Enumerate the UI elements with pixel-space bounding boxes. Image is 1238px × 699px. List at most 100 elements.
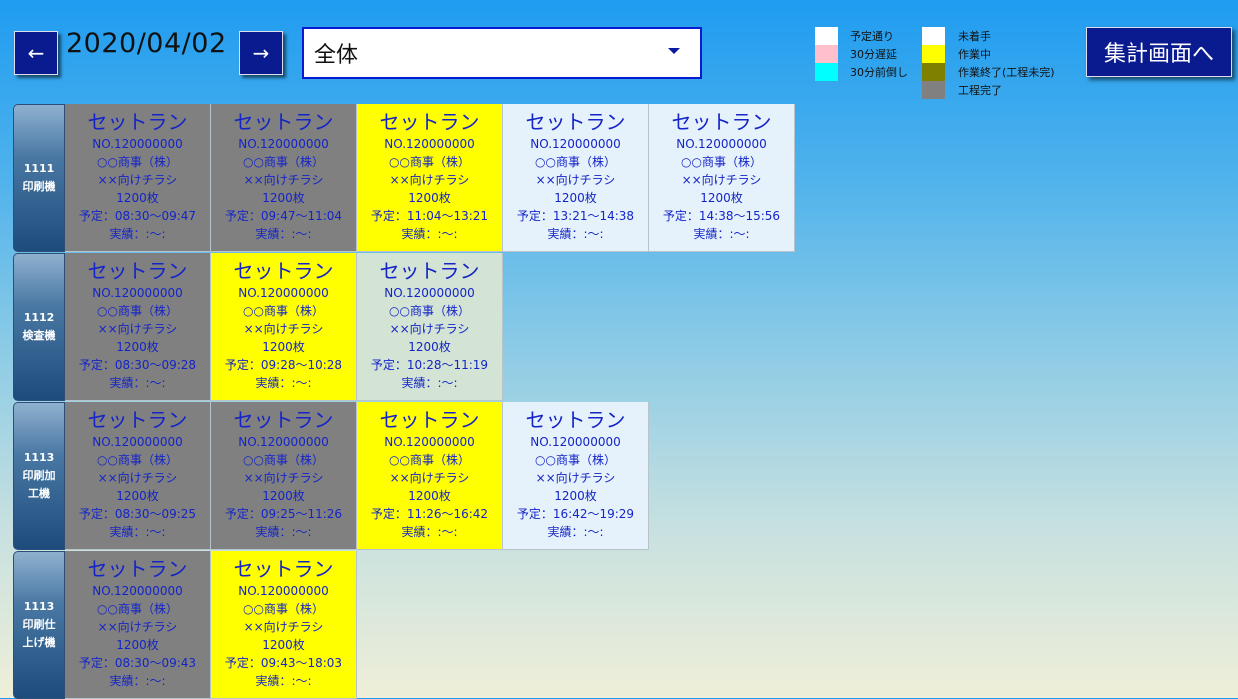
job-card[interactable]: セットラン NO.120000000 ○○商事（株） ××向けチラシ 1200枚 予定：1… [649, 104, 795, 252]
job-number: NO.120000000 [530, 137, 621, 151]
job-planned-time: 予定：11:26〜16:42 [370, 507, 489, 521]
job-card[interactable]: セットラン NO.120000000 ○○商事（株） ××向けチラシ 1200枚 予定：1… [357, 253, 503, 401]
job-quantity: 1200枚 [116, 638, 159, 652]
job-quantity: 1200枚 [262, 638, 305, 652]
job-title: セットラン [233, 557, 334, 581]
job-item: ××向けチラシ [97, 620, 178, 634]
job-company: ○○商事（株） [97, 602, 178, 616]
job-item: ××向けチラシ [243, 620, 324, 634]
job-quantity: 1200枚 [116, 191, 159, 205]
job-actual-time: 実績：:〜: [255, 525, 312, 539]
job-number: NO.120000000 [384, 137, 475, 151]
filter-select[interactable]: 全体 [302, 27, 702, 79]
legend-swatch [815, 45, 838, 63]
job-quantity: 1200枚 [408, 191, 451, 205]
job-title: セットラン [87, 557, 188, 581]
current-date: 2020/04/02 [66, 28, 227, 59]
job-item: ××向けチラシ [535, 173, 616, 187]
job-company: ○○商事（株） [97, 304, 178, 318]
job-card[interactable]: セットラン NO.120000000 ○○商事（株） ××向けチラシ 1200枚 予定：0… [65, 551, 211, 699]
machine-label: 1112 検査機 [13, 253, 65, 401]
job-quantity: 1200枚 [116, 489, 159, 503]
job-card[interactable]: セットラン NO.120000000 ○○商事（株） ××向けチラシ 1200枚予定：0… [211, 551, 357, 699]
legend-label: 30分前倒し [850, 66, 908, 79]
job-number: NO.120000000 [238, 286, 329, 300]
job-number: NO.120000000 [238, 584, 329, 598]
job-planned-time: 予定：09:47〜11:04 [224, 209, 343, 223]
job-title: セットラン [233, 259, 334, 283]
job-company: ○○商事（株） [243, 602, 324, 616]
job-item: ××向けチラシ [681, 173, 762, 187]
machine-label: 1111 印刷機 [13, 104, 65, 252]
job-planned-time: 予定：09:25〜11:26 [224, 507, 343, 521]
job-number: NO.120000000 [238, 435, 329, 449]
job-actual-time: 実績：:〜: [255, 376, 312, 390]
job-item: ××向けチラシ [97, 173, 178, 187]
job-title: セットラン [525, 110, 626, 134]
job-card[interactable]: セットラン NO.120000000 ○○商事（株） ××向けチラシ 1200枚 予定：1… [357, 104, 503, 252]
job-card[interactable]: セットラン NO.120000000 ○○商事（株） ××向けチラシ 1200枚 予定：0… [65, 402, 211, 550]
legend-label: 作業終了(工程未完) [958, 66, 1055, 79]
job-number: NO.120000000 [530, 435, 621, 449]
prev-day-button[interactable]: ← [14, 31, 58, 75]
machine-id: 1113 [23, 600, 55, 613]
job-company: ○○商事（株） [243, 304, 324, 318]
next-day-button[interactable]: → [239, 31, 283, 75]
machine-label: 1113 印刷仕 上げ機 [13, 551, 65, 699]
job-title: セットラン [87, 259, 188, 283]
job-company: ○○商事（株） [243, 155, 324, 169]
job-actual-time: 実績：:〜: [547, 227, 604, 241]
job-quantity: 1200枚 [262, 340, 305, 354]
job-actual-time: 実績：:〜: [109, 525, 166, 539]
machine-name: 検査機 [22, 329, 56, 342]
job-quantity: 1200枚 [408, 340, 451, 354]
job-quantity: 1200枚 [262, 489, 305, 503]
job-quantity: 1200枚 [116, 340, 159, 354]
job-planned-time: 予定：09:43〜18:03 [224, 656, 343, 670]
job-card[interactable]: セットラン NO.120000000 ○○商事（株） ××向けチラシ 1200枚 予定：1… [357, 402, 503, 550]
job-quantity: 1200枚 [700, 191, 743, 205]
machine-name: 印刷機 [22, 180, 56, 193]
job-card[interactable]: セットラン NO.120000000 ○○商事（株） ××向けチラシ 1200枚 予定：0… [65, 253, 211, 401]
job-item: ××向けチラシ [243, 173, 324, 187]
job-card[interactable]: セットラン NO.120000000 ○○商事（株） ××向けチラシ 1200枚 予定：1… [503, 104, 649, 252]
job-planned-time: 予定：08:30〜09:47 [78, 209, 197, 223]
job-quantity: 1200枚 [408, 489, 451, 503]
job-card[interactable]: セットラン NO.120000000 ○○商事（株） ××向けチラシ 1200枚 予定：0… [211, 104, 357, 252]
legend-label: 作業中 [958, 48, 991, 61]
job-title: セットラン [233, 408, 334, 432]
summary-screen-button[interactable]: 集計画面へ [1086, 27, 1232, 77]
legend-swatch [922, 27, 945, 45]
job-company: ○○商事（株） [681, 155, 762, 169]
job-number: NO.120000000 [92, 435, 183, 449]
legend-swatch [922, 81, 945, 99]
machine-id: 1112 [23, 311, 55, 324]
job-planned-time: 予定：13:21〜14:38 [516, 209, 635, 223]
job-planned-time: 予定：09:28〜10:28 [224, 358, 343, 372]
job-item: ××向けチラシ [243, 322, 324, 336]
job-planned-time: 予定：11:04〜13:21 [370, 209, 489, 223]
job-quantity: 1200枚 [554, 191, 597, 205]
job-number: NO.120000000 [92, 286, 183, 300]
job-card[interactable]: セットラン NO.120000000 ○○商事（株） ××向けチラシ 1200枚 予定：0… [211, 402, 357, 550]
job-card[interactable]: セットラン NO.120000000 ○○商事（株） ××向けチラシ 1200枚 予定：0… [65, 104, 211, 252]
legend-label: 30分遅延 [850, 48, 897, 61]
job-company: ○○商事（株） [389, 304, 470, 318]
job-number: NO.120000000 [238, 137, 329, 151]
job-title: セットラン [379, 110, 480, 134]
job-actual-time: 実績：:〜: [255, 674, 312, 688]
job-item: ××向けチラシ [97, 471, 178, 485]
job-company: ○○商事（株） [97, 155, 178, 169]
job-card[interactable]: セットラン NO.120000000 ○○商事（株） ××向けチラシ 1200枚 予定：1… [503, 402, 649, 550]
job-title: セットラン [671, 110, 772, 134]
machine-label: 1113 印刷加 工機 [13, 402, 65, 550]
job-actual-time: 実績：:〜: [255, 227, 312, 241]
machine-id: 1111 [23, 162, 55, 175]
job-title: セットラン [379, 259, 480, 283]
legend-swatch [922, 63, 945, 81]
job-quantity: 1200枚 [262, 191, 305, 205]
job-card[interactable]: セットラン NO.120000000 ○○商事（株） ××向けチラシ 1200枚予定：0… [211, 253, 357, 401]
job-planned-time: 予定：08:30〜09:28 [78, 358, 197, 372]
job-item: ××向けチラシ [535, 471, 616, 485]
job-actual-time: 実績：:〜: [109, 674, 166, 688]
